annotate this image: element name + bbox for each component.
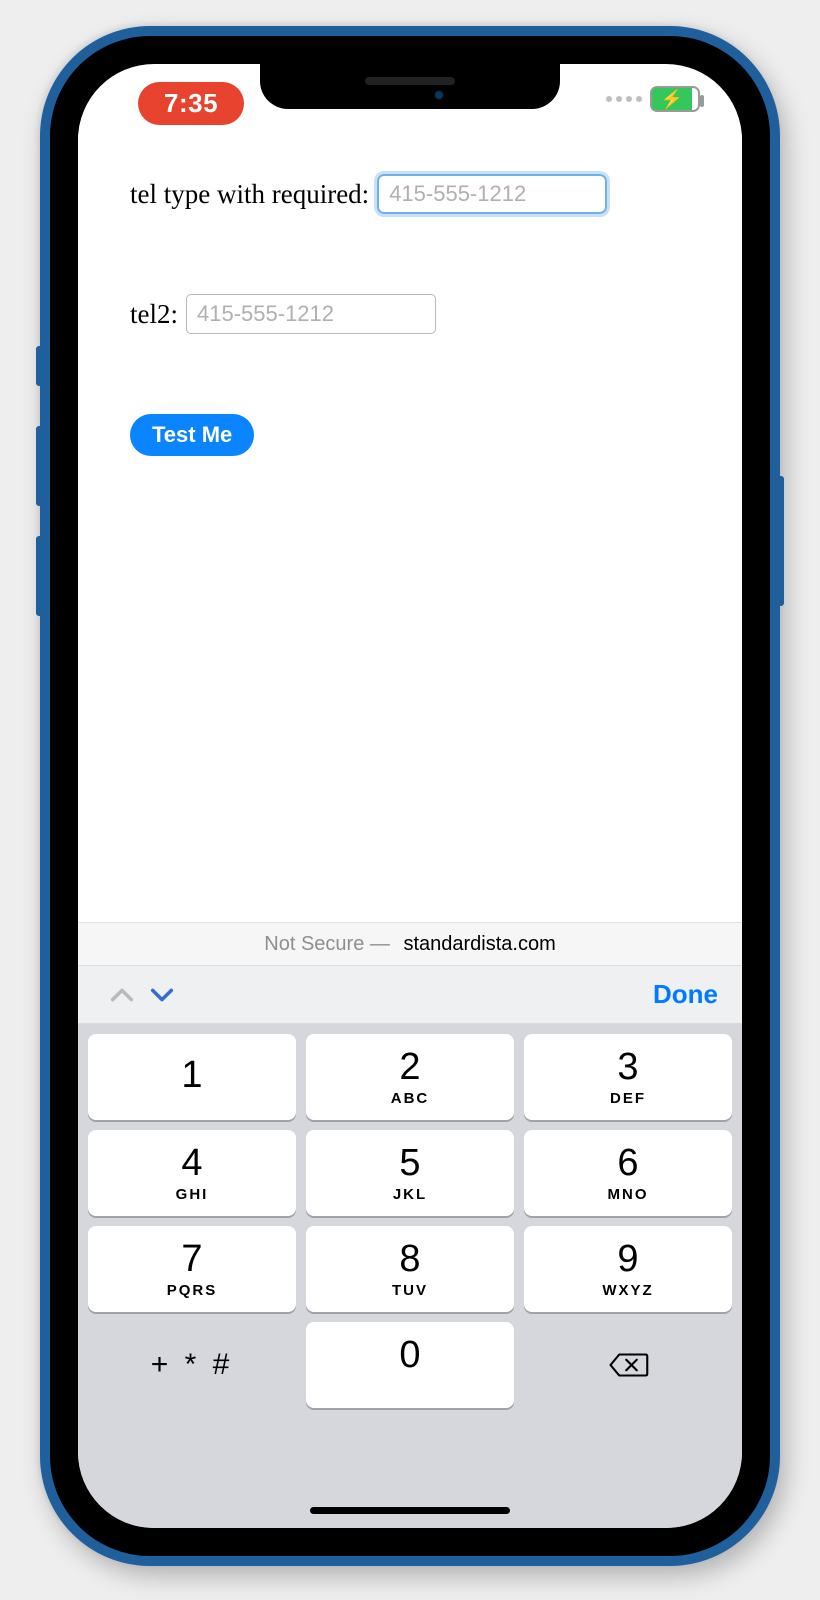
key-8-digit: 8	[399, 1240, 420, 1278]
key-7-digit: 7	[181, 1240, 202, 1278]
key-backspace[interactable]	[524, 1322, 732, 1408]
key-8[interactable]: 8 TUV	[306, 1226, 514, 1312]
battery-icon: ⚡	[650, 86, 700, 112]
battery-fill: ⚡	[652, 88, 692, 110]
volume-down-button	[36, 536, 44, 616]
key-2-letters: ABC	[391, 1090, 430, 1107]
key-0[interactable]: 0 X	[306, 1322, 514, 1408]
key-8-letters: TUV	[392, 1282, 428, 1299]
key-symbols[interactable]: + * #	[88, 1322, 296, 1408]
key-3-letters: DEF	[610, 1090, 646, 1107]
key-2-digit: 2	[399, 1048, 420, 1086]
field-row-1: tel type with required:	[130, 174, 690, 214]
key-6[interactable]: 6 MNO	[524, 1130, 732, 1216]
key-5-letters: JKL	[393, 1186, 427, 1203]
key-9-digit: 9	[617, 1240, 638, 1278]
web-page-content: tel type with required: tel2: Test Me	[78, 134, 742, 922]
key-4-letters: GHI	[176, 1186, 209, 1203]
key-9-letters: WXYZ	[602, 1282, 653, 1299]
test-me-button[interactable]: Test Me	[130, 414, 254, 456]
status-time-recording-pill[interactable]: 7:35	[138, 82, 244, 125]
key-5[interactable]: 5 JKL	[306, 1130, 514, 1216]
not-secure-label: Not Secure —	[264, 933, 390, 956]
phone-frame: 7:35 ⚡ tel type with required:	[40, 26, 780, 1566]
next-field-button[interactable]	[142, 975, 182, 1015]
mute-switch	[36, 346, 44, 386]
key-7-letters: PQRS	[167, 1282, 218, 1299]
chevron-down-icon	[148, 981, 176, 1009]
tel1-input[interactable]	[377, 174, 607, 214]
keyboard-accessory-bar: Done	[78, 966, 742, 1024]
notch	[260, 64, 560, 109]
key-6-letters: MNO	[608, 1186, 649, 1203]
signal-dots-icon	[606, 96, 642, 102]
key-0-digit: 0	[399, 1336, 420, 1374]
key-1[interactable]: 1	[88, 1034, 296, 1120]
phone-bezel: 7:35 ⚡ tel type with required:	[50, 36, 770, 1556]
key-6-digit: 6	[617, 1144, 638, 1182]
prev-field-button	[102, 975, 142, 1015]
power-button	[776, 476, 784, 606]
backspace-icon	[607, 1344, 649, 1386]
key-4[interactable]: 4 GHI	[88, 1130, 296, 1216]
volume-up-button	[36, 426, 44, 506]
url-domain-text: standardista.com	[403, 933, 555, 956]
key-5-digit: 5	[399, 1144, 420, 1182]
numeric-keypad: 1 2 ABC 3 DEF 4 GHI	[78, 1024, 742, 1418]
keyboard-done-button[interactable]: Done	[653, 979, 718, 1010]
key-1-digit: 1	[181, 1056, 202, 1094]
key-3[interactable]: 3 DEF	[524, 1034, 732, 1120]
key-7[interactable]: 7 PQRS	[88, 1226, 296, 1312]
tel2-label: tel2:	[130, 299, 178, 330]
field-row-2: tel2:	[130, 294, 690, 334]
button-row: Test Me	[130, 414, 690, 456]
tel2-input[interactable]	[186, 294, 436, 334]
front-camera	[434, 90, 444, 100]
key-3-digit: 3	[617, 1048, 638, 1086]
chevron-up-icon	[108, 981, 136, 1009]
charging-bolt-icon: ⚡	[661, 90, 683, 108]
key-symbols-label: + * #	[151, 1348, 234, 1382]
url-bar[interactable]: Not Secure — standardista.com	[78, 922, 742, 966]
key-9[interactable]: 9 WXYZ	[524, 1226, 732, 1312]
status-right: ⚡	[606, 86, 700, 112]
home-indicator[interactable]	[310, 1507, 510, 1514]
url-domain	[394, 933, 400, 956]
key-4-digit: 4	[181, 1144, 202, 1182]
tel1-label: tel type with required:	[130, 179, 369, 210]
earpiece	[365, 77, 455, 85]
key-2[interactable]: 2 ABC	[306, 1034, 514, 1120]
phone-screen: 7:35 ⚡ tel type with required:	[78, 64, 742, 1528]
